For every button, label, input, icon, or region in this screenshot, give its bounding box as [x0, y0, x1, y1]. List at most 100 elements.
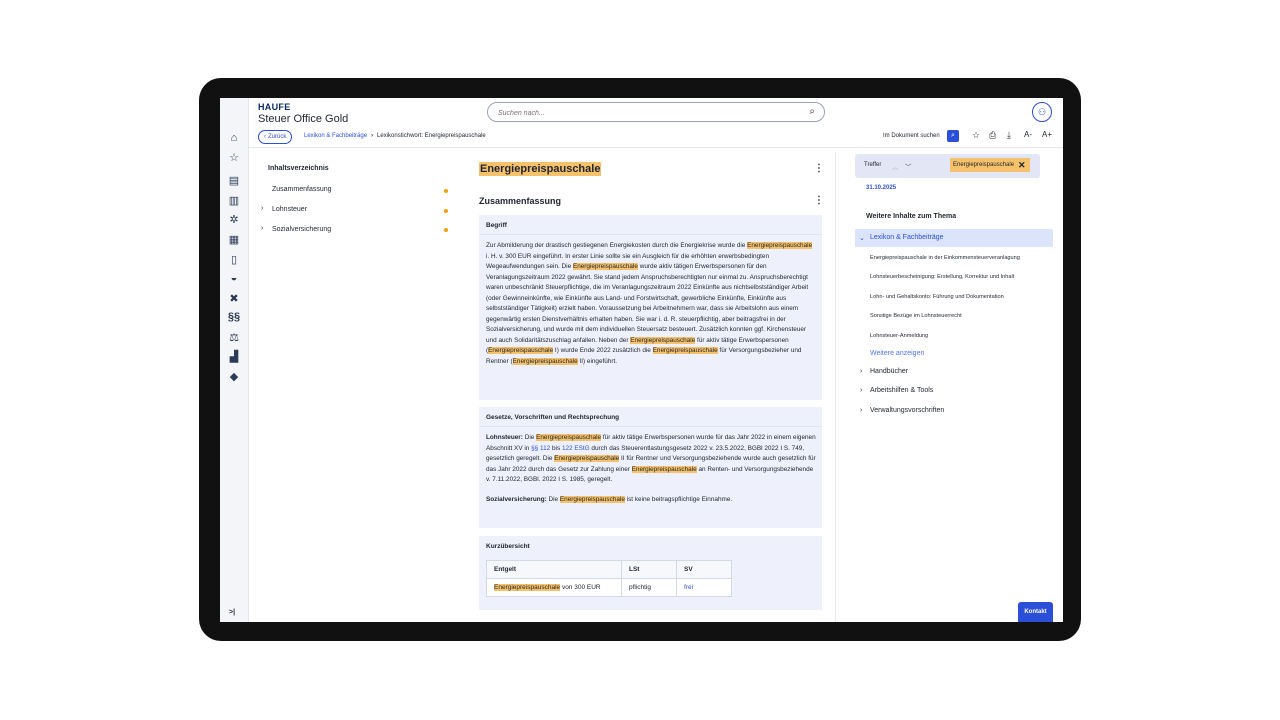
- doc-search-button[interactable]: ⌕: [947, 130, 959, 142]
- back-button[interactable]: ‹ Zurück: [258, 130, 293, 144]
- highlight: Energiepreispauschale: [536, 434, 602, 441]
- section-options-icon[interactable]: ⋮: [814, 195, 824, 206]
- breadcrumb-current: Lexikonstichwort: Energiepreispauschale: [377, 133, 486, 139]
- more-options-icon[interactable]: ⋮: [814, 163, 824, 174]
- text: I) wurde Ende 2022 zusätzlich die: [553, 347, 653, 354]
- expand-rail-icon[interactable]: >|: [229, 609, 235, 616]
- tools-icon[interactable]: ✖: [225, 291, 243, 305]
- gesetze-heading: Gesetze, Vorschriften und Rechtsprechung: [486, 414, 620, 421]
- related-link[interactable]: Lohn- und Gehaltskonto: Führung und Doku…: [870, 294, 1004, 300]
- accordion-label: Handbücher: [870, 368, 909, 375]
- toc-dot: [444, 209, 448, 213]
- text: Die: [546, 495, 560, 503]
- highlight: Energiepreispauschale: [559, 495, 625, 503]
- hits-bar: Treffer ︿ ﹀ Energiepreispauschale ✕: [855, 154, 1040, 178]
- gesetze-text: Lohnsteuer: Die Energiepreispauschale fü…: [486, 433, 816, 505]
- accordion-label: Verwaltungsvorschriften: [870, 407, 945, 414]
- highlight: Energiepreispauschale: [631, 465, 697, 473]
- box-divider: [479, 234, 822, 235]
- highlight: Energiepreispauschale: [747, 242, 813, 249]
- law-link[interactable]: 122 EStG: [562, 445, 590, 452]
- breadcrumb-link[interactable]: Lexikon & Fachbeiträge: [304, 133, 367, 139]
- doc-search-label: Im Dokument suchen: [883, 133, 940, 139]
- chevron-right-icon[interactable]: ›: [261, 225, 263, 232]
- graduation-cap-icon[interactable]: ◆: [225, 369, 243, 383]
- close-icon[interactable]: ✕: [1018, 160, 1026, 171]
- related-link[interactable]: Sonstige Bezüge im Lohnsteuerrecht: [870, 313, 962, 319]
- begriff-text: Zur Abmilderung der drastisch gestiegene…: [486, 241, 816, 367]
- text: von 300 EUR: [560, 584, 601, 591]
- law-link[interactable]: §§ 112: [531, 445, 550, 452]
- label: Lohnsteuer:: [486, 434, 523, 441]
- download-icon[interactable]: ⤓: [1007, 130, 1011, 141]
- search-input[interactable]: [496, 105, 800, 121]
- related-link[interactable]: Lohnsteuerbescheinigung: Erstellung, Kor…: [870, 274, 1014, 280]
- toc-item-sozialversicherung[interactable]: Sozialversicherung: [272, 226, 331, 233]
- tag-label: Energiepreispauschale: [953, 162, 1015, 168]
- accordion-lexikon[interactable]: ⌄ Lexikon & Fachbeiträge: [855, 229, 1053, 247]
- show-more-link[interactable]: Weitere anzeigen: [870, 350, 924, 357]
- table-header: SV: [676, 560, 732, 579]
- toc-dot: [444, 189, 448, 193]
- document-settings-icon[interactable]: ▤: [225, 173, 243, 187]
- accordion-verwaltung[interactable]: › Verwaltungsvorschriften: [860, 407, 944, 414]
- font-decrease-button[interactable]: A-: [1024, 130, 1032, 139]
- chevron-down-icon[interactable]: ﹀: [905, 161, 912, 171]
- kurz-heading: Kurzübersicht: [486, 543, 530, 550]
- product-name: Steuer Office Gold: [258, 113, 349, 125]
- table-header: LSt: [621, 560, 677, 579]
- app-screen: ⌂ ☆ ▤ ▥ ✲ ▦ ▯ ◒ ✖ §§ ⚖ ▟ ◆ >| HAUFE Steu…: [220, 98, 1063, 622]
- toc-item-lohnsteuer[interactable]: Lohnsteuer: [272, 206, 307, 213]
- search-bar[interactable]: ⌕: [487, 102, 825, 122]
- text: Zur Abmilderung der drastisch gestiegene…: [486, 242, 746, 249]
- contact-button[interactable]: Kontakt: [1018, 602, 1053, 622]
- accordion-handbuecher[interactable]: › Handbücher: [860, 368, 908, 375]
- library-icon[interactable]: ▯: [225, 252, 243, 266]
- document-date: 31.10.2025: [866, 185, 897, 191]
- related-link[interactable]: Lohnsteuer-Anmeldung: [870, 333, 928, 339]
- table-cell-link[interactable]: frei: [676, 578, 732, 597]
- user-account-icon[interactable]: ⚇: [1032, 102, 1052, 122]
- toc-item-zusammenfassung[interactable]: Zusammenfassung: [272, 186, 332, 193]
- chevron-up-icon[interactable]: ︿: [892, 161, 899, 171]
- search-term-tag: Energiepreispauschale ✕: [950, 158, 1030, 172]
- related-title: Weitere Inhalte zum Thema: [866, 213, 957, 220]
- table-header: Entgelt: [486, 560, 622, 579]
- table-cell: Energiepreispauschale von 300 EUR: [486, 578, 622, 597]
- section-title: Zusammenfassung: [479, 196, 562, 206]
- network-icon[interactable]: ✲: [225, 212, 243, 226]
- highlight: Energiepreispauschale: [554, 455, 620, 462]
- back-label: Zurück: [268, 134, 287, 140]
- highlight: Energiepreispauschale: [572, 263, 638, 270]
- chevron-down-icon: ⌄: [859, 235, 865, 242]
- brand[interactable]: HAUFE Steuer Office Gold: [258, 102, 348, 125]
- chevron-left-icon: ‹: [264, 134, 266, 140]
- highlight: Energiepreispauschale: [488, 347, 554, 354]
- hits-label: Treffer: [864, 162, 882, 168]
- gesetze-box: Gesetze, Vorschriften und Rechtsprechung…: [479, 407, 822, 528]
- paragraph-icon[interactable]: §§: [225, 310, 243, 324]
- haufe-logo: HAUFE: [258, 102, 291, 112]
- related-link[interactable]: Energiepreispauschale in der Einkommenst…: [870, 255, 1020, 261]
- text: II) eingeführt.: [577, 357, 618, 365]
- text: bis: [550, 444, 562, 452]
- print-icon[interactable]: ⎙: [989, 130, 996, 141]
- table-header-row: Entgelt LSt SV: [486, 560, 732, 579]
- search-icon[interactable]: ⌕: [809, 106, 815, 117]
- book-icon[interactable]: ▥: [225, 193, 243, 207]
- highlight: Energiepreispauschale: [494, 584, 561, 591]
- open-book-icon[interactable]: ▦: [225, 232, 243, 246]
- text: ist keine beitragspflichtige Einnahme.: [624, 495, 733, 503]
- bookmark-icon[interactable]: ☆: [972, 130, 980, 141]
- text: Die: [522, 434, 537, 441]
- accordion-arbeitshilfen[interactable]: › Arbeitshilfen & Tools: [860, 387, 933, 394]
- chevron-right-icon[interactable]: ›: [261, 205, 263, 212]
- table-row: Energiepreispauschale von 300 EUR pflich…: [486, 578, 732, 597]
- star-icon[interactable]: ☆: [225, 150, 243, 164]
- toc-title: Inhaltsverzeichnis: [268, 165, 329, 172]
- scales-icon[interactable]: ⚖: [225, 330, 243, 344]
- home-icon[interactable]: ⌂: [225, 131, 243, 145]
- font-increase-button[interactable]: A+: [1042, 130, 1052, 139]
- bag-icon[interactable]: ◒: [225, 271, 243, 285]
- institution-icon[interactable]: ▟: [225, 349, 243, 363]
